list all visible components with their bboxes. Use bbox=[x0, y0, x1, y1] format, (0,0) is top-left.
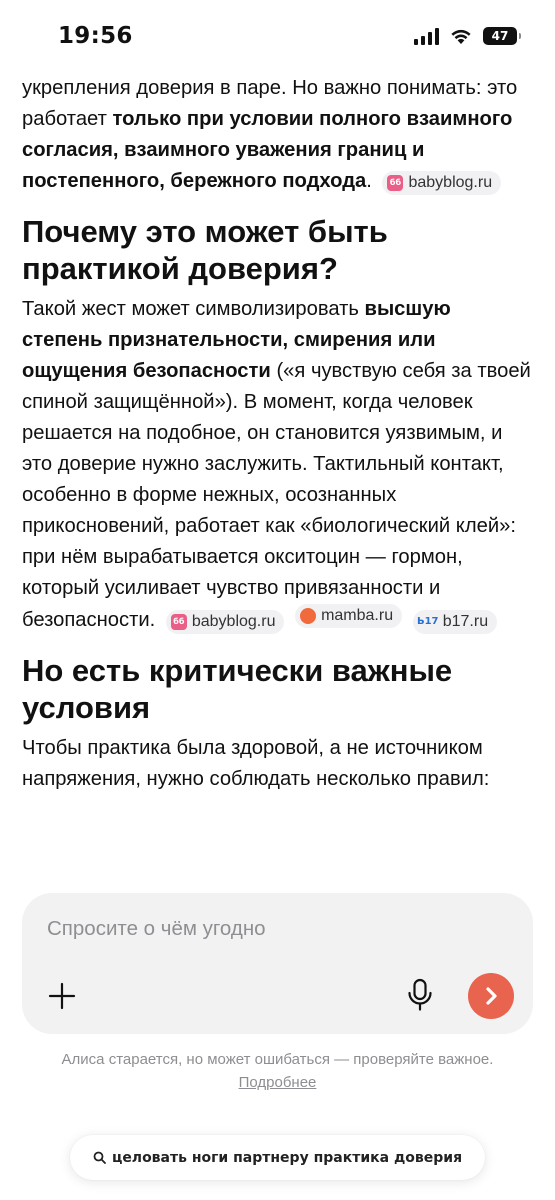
mamba-icon bbox=[300, 608, 317, 624]
status-icons: 47 bbox=[414, 27, 521, 45]
paragraph-2-text-start: Такой жест может символизировать bbox=[22, 298, 365, 320]
search-query-text: целовать ноги партнеру практика доверия bbox=[111, 1149, 463, 1166]
section-heading-conditions: Но есть критически важные условия bbox=[22, 653, 453, 725]
disclaimer-text: Алиса старается, но может ошибаться — пр… bbox=[61, 1051, 494, 1068]
battery-icon: 47 bbox=[483, 27, 521, 45]
status-time: 19:56 bbox=[58, 23, 133, 49]
voice-input-button[interactable] bbox=[400, 975, 440, 1015]
paragraph-3: Чтобы практика была здоровой, а не источ… bbox=[22, 737, 490, 790]
source-chip-label: b17.ru bbox=[442, 613, 489, 630]
babyblog-icon: бб bbox=[170, 614, 187, 630]
paragraph-1-text-end: . bbox=[366, 170, 372, 192]
wifi-icon bbox=[451, 29, 471, 44]
learn-more-link[interactable]: Подробнее bbox=[239, 1074, 317, 1091]
add-attachment-button[interactable] bbox=[44, 978, 80, 1014]
section-heading-trust: Почему это может быть практикой доверия? bbox=[22, 214, 388, 286]
signal-icon bbox=[414, 27, 439, 45]
search-query-pill[interactable]: целовать ноги партнеру практика доверия bbox=[70, 1135, 485, 1180]
b17-icon: Ь17 bbox=[416, 616, 439, 627]
source-chip-label: mamba.ru bbox=[321, 607, 394, 624]
ask-panel bbox=[22, 893, 533, 1034]
babyblog-icon: бб bbox=[387, 175, 404, 191]
microphone-icon bbox=[408, 978, 432, 1011]
source-chip-b17[interactable]: Ь17 b17.ru bbox=[412, 610, 498, 634]
ai-disclaimer: Алиса старается, но может ошибаться — пр… bbox=[40, 1048, 515, 1094]
status-bar: 19:56 47 bbox=[0, 0, 555, 72]
search-icon bbox=[93, 1151, 106, 1164]
plus-icon bbox=[48, 982, 76, 1010]
paragraph-2: Такой жест может символизировать высшую … bbox=[22, 294, 532, 636]
source-chip-babyblog[interactable]: бб babyblog.ru bbox=[165, 610, 285, 634]
paragraph-1: укрепления доверия в паре. Но важно пони… bbox=[22, 73, 532, 197]
source-chip-mamba[interactable]: mamba.ru bbox=[295, 604, 403, 628]
send-button[interactable] bbox=[468, 973, 514, 1019]
source-chip-label: babyblog.ru bbox=[408, 174, 493, 191]
source-chip-label: babyblog.ru bbox=[191, 613, 276, 630]
paragraph-2-text-end: («я чувствую себя за твоей спиной защищё… bbox=[22, 360, 531, 631]
answer-article: укрепления доверия в паре. Но важно пони… bbox=[22, 72, 532, 880]
source-chip-babyblog[interactable]: бб babyblog.ru bbox=[382, 171, 502, 195]
ask-input[interactable] bbox=[47, 917, 487, 941]
chevron-right-icon bbox=[486, 987, 497, 1005]
battery-level: 47 bbox=[491, 29, 509, 43]
